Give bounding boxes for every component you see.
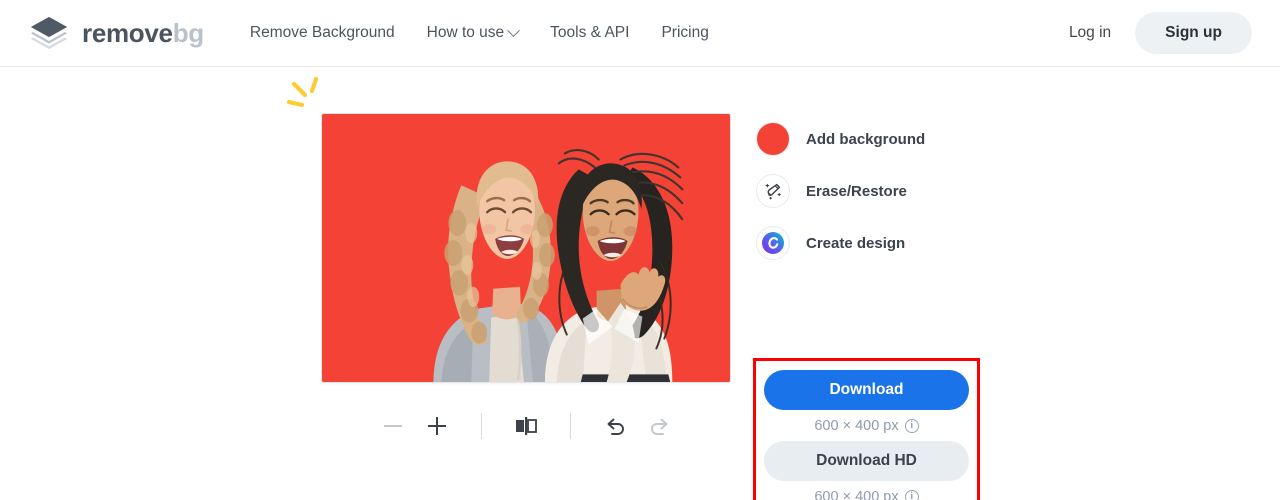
action-label: Erase/Restore <box>806 182 907 200</box>
nav-label: Remove Background <box>249 24 395 41</box>
nav-item-pricing[interactable]: Pricing <box>645 18 724 48</box>
canva-logo-icon <box>756 226 790 260</box>
subject-photo <box>322 114 730 382</box>
download-hd-size-label: 600 × 400 px i <box>814 481 919 500</box>
minus-icon <box>384 417 402 435</box>
undo-button[interactable] <box>593 409 637 443</box>
split-compare-icon <box>516 417 537 435</box>
brand-logo[interactable]: removebg <box>28 15 204 51</box>
color-swatch-icon <box>756 122 790 156</box>
brand-wordmark: removebg <box>82 20 204 46</box>
signup-button[interactable]: Sign up <box>1135 12 1252 54</box>
brand-word-bg: bg <box>172 18 204 48</box>
undo-arrow-icon <box>607 418 624 435</box>
nav-item-remove-background[interactable]: Remove Background <box>234 18 411 48</box>
download-button[interactable]: Download <box>764 370 969 410</box>
nav-label: How to use <box>426 24 505 41</box>
download-panel: Download 600 × 400 px i Download HD 600 … <box>756 361 977 500</box>
add-background-action[interactable]: Add background <box>756 113 986 165</box>
site-header: removebg Remove Background How to use To… <box>0 0 1280 67</box>
action-label: Create design <box>806 234 906 252</box>
toolbar-divider <box>570 413 571 439</box>
zoom-in-button[interactable] <box>415 409 459 443</box>
main-navigation: Remove Background How to use Tools & API… <box>234 18 725 48</box>
action-label: Add background <box>806 130 926 148</box>
download-hd-size-text: 600 × 400 px <box>814 488 899 500</box>
info-icon[interactable]: i <box>904 489 919 500</box>
actions-panel: Add background Erase/Restore Create desi… <box>756 113 1056 269</box>
compare-button[interactable] <box>504 409 548 443</box>
header-account-area: Log in Sign up <box>1059 12 1252 54</box>
download-size-text: 600 × 400 px <box>814 417 899 434</box>
nav-item-tools-api[interactable]: Tools & API <box>534 18 645 48</box>
erase-restore-action[interactable]: Erase/Restore <box>756 165 986 217</box>
editor-column <box>286 76 731 443</box>
nav-label: Tools & API <box>550 24 630 41</box>
redo-button[interactable] <box>637 409 681 443</box>
login-link[interactable]: Log in <box>1059 18 1121 48</box>
brand-word-remove: remove <box>82 18 173 48</box>
toolbar-divider <box>481 413 482 439</box>
chevron-down-icon <box>507 23 521 37</box>
main-content: Add background Erase/Restore Create desi… <box>0 67 1280 500</box>
result-image-canvas[interactable] <box>321 113 731 383</box>
download-hd-button[interactable]: Download HD <box>764 441 969 481</box>
nav-label: Pricing <box>661 24 709 41</box>
create-design-action[interactable]: Create design <box>756 217 986 269</box>
download-panel-annotation: Download 600 × 400 px i Download HD 600 … <box>753 358 980 500</box>
magic-brush-icon <box>756 174 790 208</box>
redo-arrow-icon <box>650 418 667 435</box>
download-size-label: 600 × 400 px i <box>814 410 919 441</box>
zoom-out-button[interactable] <box>371 409 415 443</box>
nav-item-how-to-use[interactable]: How to use <box>411 18 535 48</box>
layers-diamond-icon <box>28 15 70 51</box>
editor-toolbar <box>321 409 731 443</box>
plus-icon <box>428 417 446 435</box>
info-icon[interactable]: i <box>904 418 919 433</box>
